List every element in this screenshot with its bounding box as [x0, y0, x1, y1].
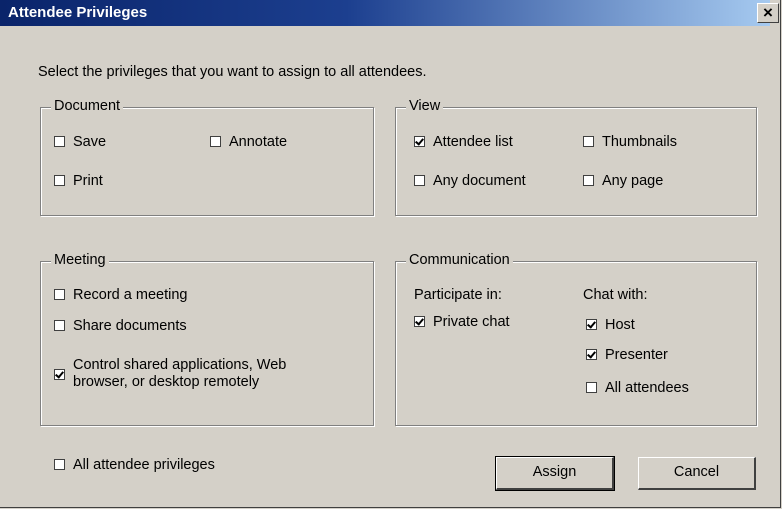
cancel-button[interactable]: Cancel [638, 457, 756, 490]
checkbox-label: Any page [602, 173, 664, 189]
checkbox-attendee-list[interactable]: Attendee list [414, 134, 513, 150]
checkbox-any-page[interactable]: Any page [583, 173, 663, 189]
checkbox-box[interactable] [54, 459, 65, 470]
document-group-legend: Document [51, 98, 124, 114]
close-button[interactable]: × [757, 3, 779, 23]
title-bar: Attendee Privileges [0, 0, 770, 26]
checkbox-box[interactable] [54, 136, 65, 147]
checkbox-label: Save [73, 134, 107, 150]
checkbox-label: Record a meeting [73, 287, 188, 303]
checkbox-box[interactable] [54, 368, 65, 380]
checkbox-label: Thumbnails [602, 134, 677, 150]
attendee-privileges-dialog: Attendee Privileges × Select the privile… [0, 0, 781, 508]
checkbox-label: Annotate [229, 134, 288, 150]
checkbox-thumbnails[interactable]: Thumbnails [583, 134, 677, 150]
dialog-title: Attendee Privileges [8, 4, 148, 21]
view-group-legend: View [406, 98, 444, 114]
checkbox-box[interactable] [54, 289, 65, 300]
close-icon: × [763, 3, 773, 22]
checkbox-box[interactable] [414, 175, 425, 186]
checkbox-label: Print [73, 173, 103, 189]
checkbox-box[interactable] [414, 136, 425, 147]
checkbox-label: Share documents [73, 318, 187, 334]
checkbox-chat-all-attendees[interactable]: All attendees [586, 380, 689, 396]
checkbox-label: Private chat [433, 314, 510, 330]
meeting-group: Meeting [40, 252, 374, 426]
instruction-text: Select the privileges that you want to a… [38, 64, 427, 80]
checkbox-label: Any document [433, 173, 526, 189]
communication-group: Communication [395, 252, 757, 426]
checkbox-box[interactable] [583, 175, 594, 186]
checkbox-box[interactable] [583, 136, 594, 147]
checkbox-box[interactable] [586, 349, 597, 360]
checkbox-label: Host [605, 317, 635, 333]
checkbox-label: Attendee list [433, 134, 513, 150]
checkbox-annotate[interactable]: Annotate [210, 134, 287, 150]
checkbox-label: All attendee privileges [73, 457, 215, 473]
checkbox-print[interactable]: Print [54, 173, 103, 189]
checkbox-any-document[interactable]: Any document [414, 173, 526, 189]
assign-button[interactable]: Assign [495, 456, 615, 491]
checkbox-control-shared-apps[interactable]: Control shared applications, Web browser… [54, 357, 343, 391]
checkbox-box[interactable] [586, 319, 597, 330]
checkbox-label: All attendees [605, 380, 689, 396]
participate-in-label: Participate in: [414, 287, 502, 303]
checkbox-save[interactable]: Save [54, 134, 106, 150]
checkbox-all-attendee-privileges[interactable]: All attendee privileges [54, 457, 215, 473]
communication-group-legend: Communication [406, 252, 513, 268]
checkbox-box[interactable] [54, 175, 65, 186]
checkbox-label: Presenter [605, 347, 668, 363]
document-group: Document [40, 98, 374, 216]
checkbox-chat-presenter[interactable]: Presenter [586, 347, 668, 363]
checkbox-box[interactable] [54, 320, 65, 331]
checkbox-box[interactable] [210, 136, 221, 147]
checkbox-share-documents[interactable]: Share documents [54, 318, 187, 334]
checkbox-box[interactable] [414, 316, 425, 327]
view-group: View [395, 98, 757, 216]
checkbox-chat-host[interactable]: Host [586, 317, 635, 333]
checkbox-record-meeting[interactable]: Record a meeting [54, 287, 187, 303]
checkbox-label: Control shared applications, Web browser… [73, 357, 287, 390]
checkbox-box[interactable] [586, 382, 597, 393]
checkbox-private-chat[interactable]: Private chat [414, 314, 510, 330]
meeting-group-legend: Meeting [51, 252, 109, 268]
chat-with-label: Chat with: [583, 287, 648, 303]
